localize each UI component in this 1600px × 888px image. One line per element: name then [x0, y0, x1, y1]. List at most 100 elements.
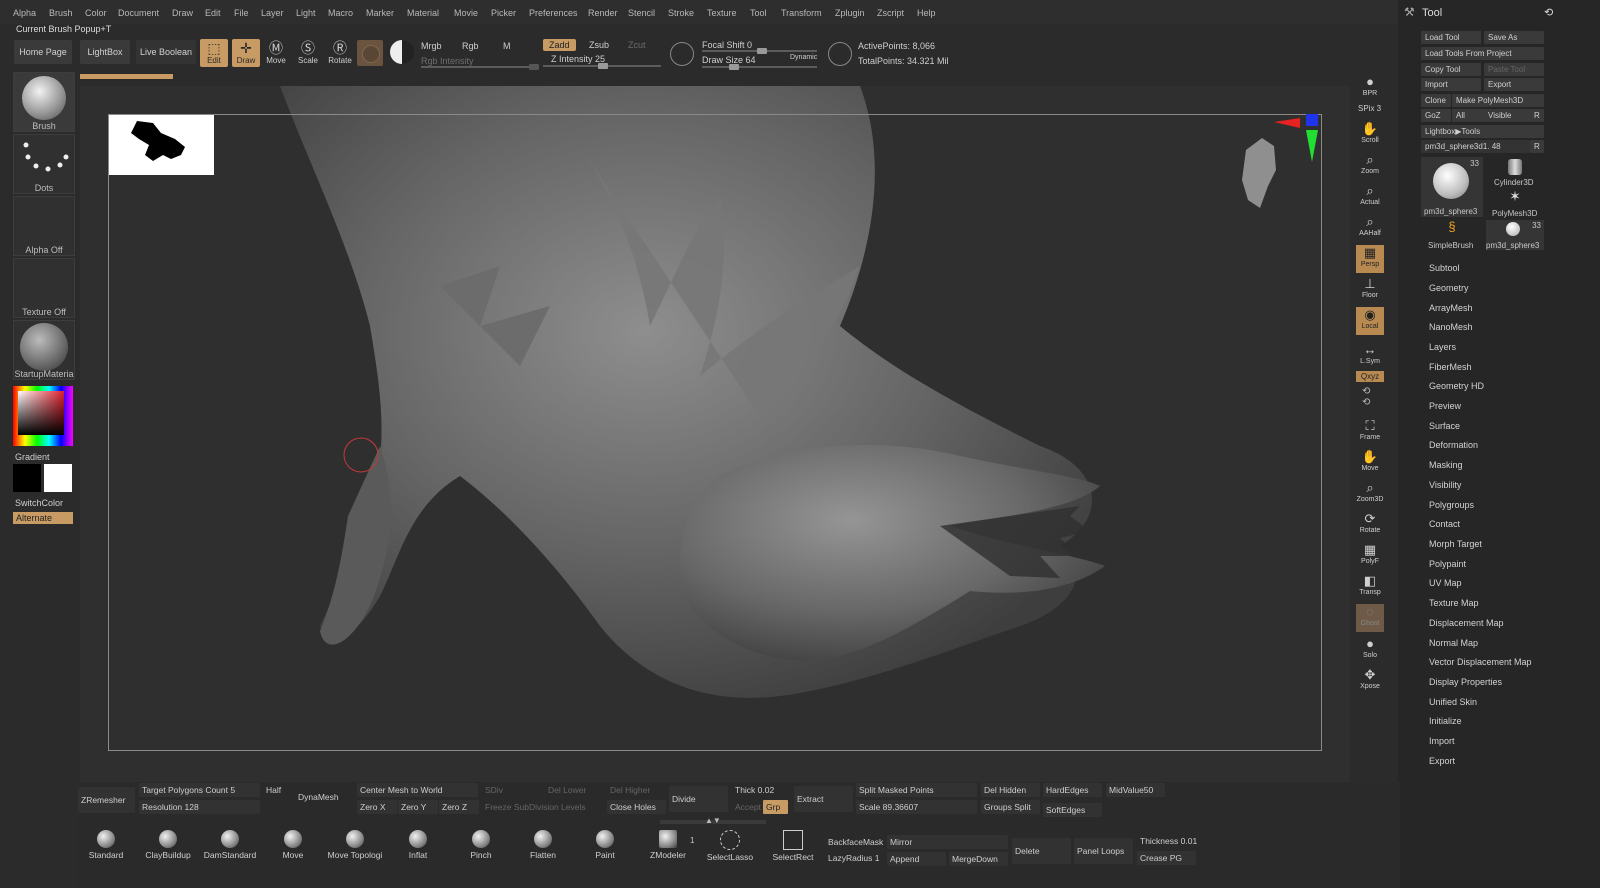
ghost-button[interactable]: ◌ Ghost	[1356, 604, 1384, 632]
aahalf-button[interactable]: ⌕ AAHalf	[1356, 214, 1384, 242]
grp-toggle[interactable]: Grp	[763, 800, 788, 814]
midvalue-slider[interactable]: MidValue50	[1106, 783, 1165, 797]
close-holes-button[interactable]: Close Holes	[607, 800, 666, 814]
tool-menu-displacement-map[interactable]: Displacement Map	[1429, 618, 1504, 628]
clone-button[interactable]: Clone	[1421, 94, 1451, 107]
scale-mode-button[interactable]: Ⓢ Scale	[294, 39, 322, 67]
solo-button[interactable]: ● Solo	[1356, 636, 1384, 664]
menu-tool[interactable]: Tool	[750, 8, 767, 18]
del-hidden-button[interactable]: Del Hidden	[981, 783, 1040, 797]
groups-split-button[interactable]: Groups Split	[981, 800, 1040, 814]
m-toggle[interactable]: M	[503, 41, 511, 51]
tool-menu-subtool[interactable]: Subtool	[1429, 263, 1460, 273]
menu-material[interactable]: Material	[407, 8, 439, 18]
tool-menu-masking[interactable]: Masking	[1429, 460, 1463, 470]
rgb-toggle[interactable]: Rgb	[462, 41, 479, 51]
scale-slider[interactable]: Scale 89.36607	[856, 800, 977, 814]
tool-menu-geometry-hd[interactable]: Geometry HD	[1429, 381, 1484, 391]
tool-menu-arraymesh[interactable]: ArrayMesh	[1429, 303, 1473, 313]
tool-thumb-sphere-2[interactable]: 33 pm3d_sphere3	[1486, 220, 1544, 250]
frame-button[interactable]: ⛶ Frame	[1356, 418, 1384, 446]
menu-brush[interactable]: Brush	[49, 8, 73, 18]
tool-menu-deformation[interactable]: Deformation	[1429, 440, 1478, 450]
lightbox-tools-button[interactable]: Lightbox▶Tools	[1421, 125, 1544, 138]
goz-all-button[interactable]: All	[1452, 109, 1484, 122]
brush-damstandard[interactable]: DamStandard	[200, 830, 260, 860]
texture-slot[interactable]: Texture Off	[13, 258, 75, 318]
divide-button[interactable]: Divide	[669, 786, 728, 812]
tool-menu-texture-map[interactable]: Texture Map	[1429, 598, 1479, 608]
soft-edges-button[interactable]: SoftEdges	[1043, 803, 1102, 817]
zero-x-button[interactable]: Zero X	[357, 800, 397, 814]
draw-mode-button[interactable]: ✛ Draw	[232, 39, 260, 67]
tool-menu-fibermesh[interactable]: FiberMesh	[1429, 362, 1472, 372]
focal-shift-slider[interactable]	[702, 48, 817, 54]
dynamic-toggle[interactable]: Dynamic	[790, 54, 817, 61]
bpr-button[interactable]: ● BPR	[1356, 74, 1384, 102]
stroke-slot[interactable]: Dots	[13, 134, 75, 194]
transp-button[interactable]: ◧ Transp	[1356, 573, 1384, 601]
tool-menu-morph-target[interactable]: Morph Target	[1429, 539, 1482, 549]
menu-layer[interactable]: Layer	[261, 8, 284, 18]
dynamesh-button[interactable]: DynaMesh	[295, 790, 354, 804]
tool-menu-vector-displacement-map[interactable]: Vector Displacement Map	[1429, 657, 1532, 667]
menu-preferences[interactable]: Preferences	[529, 8, 578, 18]
export-tool-button[interactable]: Export	[1484, 78, 1544, 91]
tool-menu-visibility[interactable]: Visibility	[1429, 480, 1461, 490]
target-polygons-slider[interactable]: Target Polygons Count 5	[139, 783, 260, 797]
goz-visible-button[interactable]: Visible	[1484, 109, 1530, 122]
secondary-color-swatch[interactable]	[44, 464, 72, 492]
backface-mask-toggle[interactable]: BackfaceMask	[825, 835, 886, 849]
menu-zscript[interactable]: Zscript	[877, 8, 904, 18]
alternate-button[interactable]: Alternate	[13, 512, 73, 524]
tool-menu-unified-skin[interactable]: Unified Skin	[1429, 697, 1477, 707]
color-mode-icon[interactable]	[390, 40, 414, 64]
menu-texture[interactable]: Texture	[707, 8, 737, 18]
primary-color-swatch[interactable]	[13, 464, 41, 492]
tool-menu-uv-map[interactable]: UV Map	[1429, 578, 1462, 588]
menu-transform[interactable]: Transform	[781, 8, 822, 18]
hard-edges-button[interactable]: HardEdges	[1043, 783, 1102, 797]
scroll-button[interactable]: ✋ Scroll	[1356, 121, 1384, 149]
copy-tool-button[interactable]: Copy Tool	[1421, 63, 1481, 76]
menu-movie[interactable]: Movie	[454, 8, 478, 18]
zcut-toggle[interactable]: Zcut	[622, 39, 652, 51]
move-view-button[interactable]: ✋ Move	[1356, 449, 1384, 477]
brush-pinch[interactable]: Pinch	[451, 830, 511, 860]
color-picker[interactable]	[13, 386, 73, 446]
paste-tool-button[interactable]: Paste Tool	[1484, 63, 1544, 76]
tool-menu-initialize[interactable]: Initialize	[1429, 716, 1462, 726]
zero-z-button[interactable]: Zero Z	[439, 800, 479, 814]
polyf-button[interactable]: ▦ PolyF	[1356, 542, 1384, 570]
menu-stroke[interactable]: Stroke	[668, 8, 694, 18]
zero-y-button[interactable]: Zero Y	[398, 800, 438, 814]
tool-menu-surface[interactable]: Surface	[1429, 421, 1460, 431]
save-as-button[interactable]: Save As	[1484, 31, 1544, 44]
actual-button[interactable]: ⌕ Actual	[1356, 183, 1384, 211]
chevron-up-icon[interactable]: ▲▼	[705, 816, 721, 825]
tool-thumb-polymesh[interactable]: ✶ PolyMesh3D	[1486, 188, 1544, 218]
brush-standard[interactable]: Standard	[76, 830, 136, 860]
menu-document[interactable]: Document	[118, 8, 159, 18]
menu-stencil[interactable]: Stencil	[628, 8, 655, 18]
brush-move-topological[interactable]: Move Topologi	[325, 830, 385, 860]
tool-menu-preview[interactable]: Preview	[1429, 401, 1461, 411]
tool-thumb-simplebrush[interactable]: § SimpleBrush	[1421, 220, 1483, 251]
lsym-button[interactable]: ↔ L.Sym	[1356, 342, 1384, 370]
rotate-view-button[interactable]: ⟳ Rotate	[1356, 511, 1384, 539]
rotate-axis-icon[interactable]: ⟲ ⟲	[1362, 386, 1370, 408]
half-button[interactable]: Half	[263, 783, 290, 797]
switch-color-button[interactable]: SwitchColor	[15, 498, 63, 508]
menu-macro[interactable]: Macro	[328, 8, 353, 18]
zsub-toggle[interactable]: Zsub	[583, 39, 615, 51]
brush-inflat[interactable]: Inflat	[388, 830, 448, 860]
crease-pg-button[interactable]: Crease PG	[1137, 851, 1196, 865]
gradient-label[interactable]: Gradient	[15, 452, 50, 462]
lightbox-button[interactable]: LightBox	[80, 40, 130, 64]
tool-menu-polygroups[interactable]: Polygroups	[1429, 500, 1474, 510]
z-intensity-slider[interactable]	[543, 63, 661, 69]
goz-r-button[interactable]: R	[1530, 109, 1544, 122]
accept-button[interactable]: Accept	[732, 800, 761, 814]
lazy-radius-slider[interactable]: LazyRadius 1	[825, 851, 884, 865]
append-button[interactable]: Append	[887, 852, 946, 866]
